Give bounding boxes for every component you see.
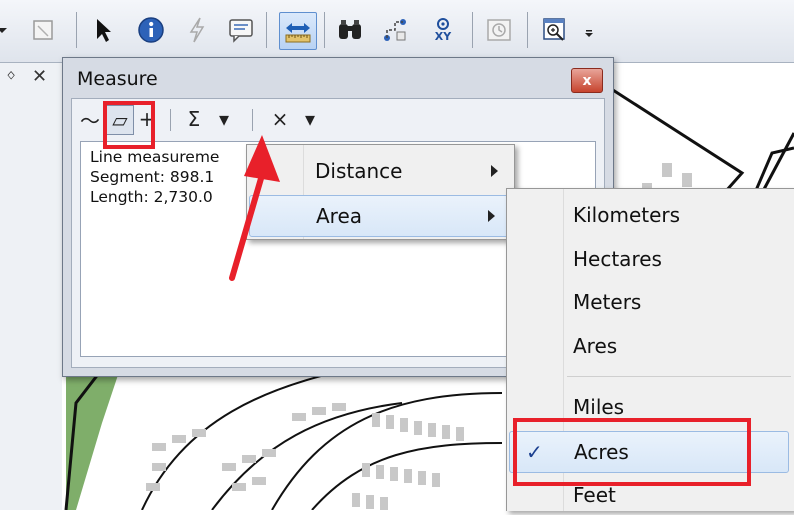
toolbar-options-icon[interactable] — [582, 12, 596, 48]
dropdown-arrow-icon[interactable] — [0, 12, 14, 48]
measure-line-icon[interactable]: 〜 — [78, 105, 102, 133]
submenu-arrow-icon — [488, 210, 495, 222]
menu-item-hectares[interactable]: Hectares — [507, 239, 794, 279]
go-to-xy-label: XY — [434, 30, 452, 43]
toolbar-separator — [472, 12, 473, 48]
find-icon[interactable] — [333, 12, 367, 48]
table-of-contents-panel: ᛜ ✕ — [0, 63, 63, 510]
menu-item-label: Area — [316, 204, 363, 228]
toolbar-separator — [170, 109, 171, 131]
toolbar-separator — [252, 109, 253, 131]
main-toolbar: XY — [0, 0, 794, 63]
choose-units-dropdown-icon[interactable]: ▾ — [212, 105, 236, 133]
clear-icon[interactable]: × — [268, 105, 292, 133]
sum-icon[interactable]: Σ — [182, 105, 206, 133]
select-pointer-icon[interactable] — [86, 12, 120, 48]
toolbar-separator — [527, 12, 528, 48]
measure-icon[interactable] — [279, 12, 317, 50]
menu-item-label: Kilometers — [573, 203, 681, 227]
highlight-box-acres — [513, 418, 751, 486]
find-route-icon[interactable] — [378, 12, 412, 48]
close-button[interactable]: x — [571, 68, 603, 93]
menu-item-label: Hectares — [573, 247, 662, 271]
time-slider-icon[interactable] — [482, 12, 516, 48]
submenu-arrow-icon — [491, 165, 498, 177]
menu-item-kilometers[interactable]: Kilometers — [507, 195, 794, 235]
menu-item-label: Ares — [573, 334, 618, 358]
close-icon[interactable]: ✕ — [32, 66, 47, 87]
select-elements-icon[interactable] — [26, 12, 60, 48]
measure-window-title: Measure — [77, 68, 158, 90]
menu-item-ares[interactable]: Ares — [507, 326, 794, 366]
segment-value: Segment: 898.1 — [90, 168, 215, 186]
menu-item-label: Feet — [573, 483, 616, 507]
menu-item-label: Miles — [573, 395, 625, 419]
toolbar-separator — [266, 12, 267, 48]
menu-item-meters[interactable]: Meters — [507, 282, 794, 322]
toolbar-separator — [324, 12, 325, 48]
go-to-xy-icon[interactable]: XY — [426, 12, 460, 48]
clear-dropdown-icon[interactable]: ▾ — [298, 105, 322, 133]
identify-icon[interactable] — [134, 12, 168, 48]
close-icon: x — [582, 72, 592, 89]
menu-separator — [567, 376, 791, 377]
menu-item-distance[interactable]: Distance — [247, 151, 514, 191]
html-popup-icon[interactable] — [224, 12, 258, 48]
highlight-box-measure-area — [103, 101, 155, 149]
create-viewer-window-icon[interactable] — [538, 12, 572, 48]
result-type: Line measureme — [90, 148, 220, 166]
pin-icon[interactable]: ᛜ — [6, 67, 16, 87]
menu-item-label: Distance — [315, 159, 403, 183]
choose-units-menu: Distance Area — [246, 144, 515, 240]
length-value: Length: 2,730.0 — [90, 188, 213, 206]
hyperlink-icon[interactable] — [180, 12, 214, 48]
toolbar-separator — [76, 12, 77, 48]
menu-item-area[interactable]: Area — [249, 195, 512, 237]
menu-item-label: Meters — [573, 290, 642, 314]
